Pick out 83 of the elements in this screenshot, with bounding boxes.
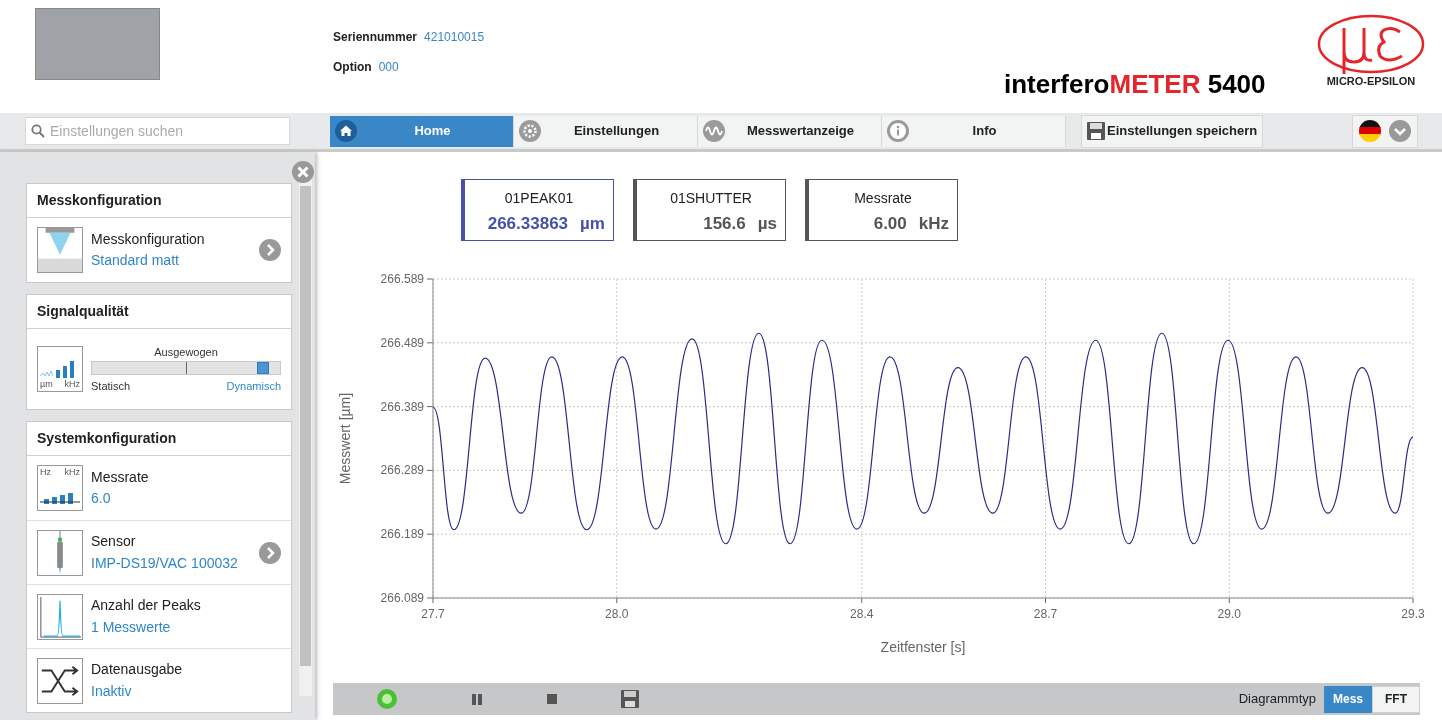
switch-arrows-icon [37,657,83,704]
item-label: Messrate [91,468,150,486]
diagram-type-toggle[interactable]: Mess [1324,685,1372,713]
item-value: IMP-DS19/VAC 100032 [91,554,239,572]
y-tick-label: 266.289 [380,463,424,478]
x-tick-label: 29.3 [1401,607,1425,621]
flag-icon[interactable] [1359,120,1381,142]
nav-tab[interactable]: Einstellungen [514,115,698,147]
item-value: Inaktiv [91,682,133,700]
wave-icon [703,120,725,142]
pause-icon[interactable] [472,693,482,705]
slider-mid-label: Ausgewogen [154,346,218,358]
tile-title: 01SHUTTER [669,189,753,208]
sensor-beam-icon [37,227,83,273]
tile-value: 266.33863 [487,215,569,232]
card-title: Signalqualität [27,295,291,329]
y-tick-label: 266.589 [380,272,424,286]
settings-item[interactable]: Hz kHz Messrate 6.0 [27,456,291,520]
signal-bars-icon: µm kHz [37,346,83,392]
chevron-right-icon[interactable] [259,239,281,261]
slider-max-label: Dynamisch [226,380,281,392]
item-label: Messkonfiguration [91,230,206,248]
bar-chart-icon: Hz kHz [37,465,83,511]
tile-value: 6.00 [873,215,907,232]
option-label: Option [333,59,372,76]
tile-value: 156.6 [703,215,746,232]
item-value: 6.0 [91,490,112,508]
item-value: Standard matt [91,252,180,270]
diagram-type-toggle[interactable]: FFT [1372,685,1420,713]
value-tile[interactable]: 01SHUTTER 156.6 µs [633,179,786,241]
settings-item[interactable]: Anzahl der Peaks 1 Messwerte [27,584,291,648]
logo-text: MICRO-EPSILON [1326,76,1416,87]
tile-unit: kHz [918,215,949,232]
item-label: Datenausgabe [91,661,184,679]
tile-title: 01PEAK01 [503,189,575,208]
settings-icon [519,120,541,142]
card-title: Messkonfiguration [27,184,291,218]
value-tile[interactable]: Messrate 6.00 kHz [805,179,958,241]
item-label: Sensor [91,533,137,551]
x-tick-label: 29.0 [1217,607,1241,621]
info-icon [887,120,909,142]
option-value: 000 [378,59,399,76]
product-title: interferoMETER 5400 [1004,71,1266,97]
peak-graph-icon [37,593,83,640]
y-tick-label: 266.089 [380,591,424,605]
y-tick-label: 266.489 [380,335,424,350]
slider-thumb[interactable] [257,361,270,374]
nav-tab[interactable]: Messwertanzeige [698,115,882,147]
serial-label: Seriennummer [333,29,418,46]
status-light-icon [377,689,397,709]
save-settings-button[interactable]: Einstellungen speichern [1081,114,1264,148]
chevron-right-icon[interactable] [259,541,281,564]
nav-tab[interactable]: Info [882,115,1066,147]
diagram-type-label: Diagrammtyp [1238,690,1316,709]
chevron-down-icon[interactable] [1389,120,1411,142]
tile-title: Messrate [853,189,913,208]
item-label: Anzahl der Peaks [91,597,202,615]
tile-unit: µs [757,215,777,232]
nav-tab[interactable]: Home [330,115,514,147]
y-axis-title: Messwert [µm] [337,392,353,485]
tile-unit: µm [580,215,605,232]
serial-value: 421010015 [424,29,485,46]
slider-track[interactable] [91,360,281,375]
x-tick-label: 28.7 [1033,607,1058,621]
x-axis-title: Zeitfenster [s] [880,639,966,655]
x-tick-label: 28.4 [850,607,874,621]
settings-item[interactable]: Sensor IMP-DS19/VAC 100032 [27,520,291,584]
y-tick-label: 266.189 [380,527,424,542]
card-title: Systemkonfiguration [27,422,291,456]
search-field[interactable]: Einstellungen suchen [25,117,290,145]
logo-emblem-icon [1316,14,1426,76]
x-tick-label: 27.7 [421,607,445,621]
slider-min-label: Statisch [91,380,131,392]
settings-item[interactable]: Messkonfiguration Standard matt [27,218,291,282]
y-tick-label: 266.389 [380,399,424,414]
settings-item[interactable]: Datenausgabe Inaktiv [27,648,291,712]
x-tick-label: 28.0 [605,607,629,621]
item-value: 1 Messwerte [91,618,172,636]
search-icon [31,124,45,138]
value-tile[interactable]: 01PEAK01 266.33863 µm [461,179,614,241]
probe-icon [37,529,83,576]
home-icon [335,120,357,142]
close-icon[interactable] [292,161,314,183]
